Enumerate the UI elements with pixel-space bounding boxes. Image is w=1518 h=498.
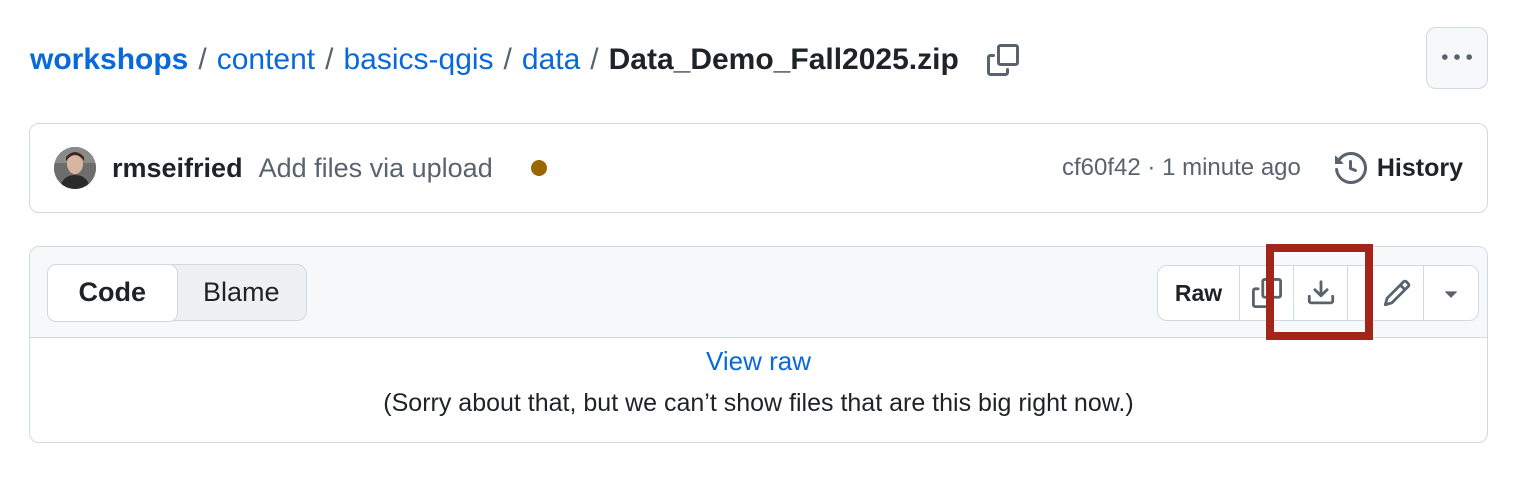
download-highlight-box [1266, 244, 1373, 340]
history-label: History [1376, 153, 1463, 182]
copy-icon [986, 44, 1019, 76]
breadcrumb-separator: / [503, 43, 512, 76]
kebab-horizontal-icon [1442, 54, 1472, 60]
raw-button[interactable]: Raw [1158, 266, 1240, 320]
commit-meta-separator: · [1147, 154, 1156, 181]
commit-status-dot[interactable] [530, 160, 547, 176]
view-mode-toggle: Code Blame [46, 263, 307, 322]
avatar-image [54, 147, 96, 189]
tab-code[interactable]: Code [46, 263, 178, 322]
breadcrumb-current-file: Data_Demo_Fall2025.zip [608, 43, 959, 76]
commit-sha[interactable]: cf60f42 [1062, 154, 1141, 181]
history-button[interactable]: History [1334, 152, 1463, 184]
copy-path-button[interactable] [985, 42, 1021, 78]
tab-blame[interactable]: Blame [177, 265, 307, 320]
breadcrumb-separator: / [198, 43, 207, 76]
avatar[interactable] [54, 147, 96, 189]
pencil-icon [1383, 279, 1411, 307]
edit-file-button[interactable] [1370, 266, 1424, 320]
commit-time: 1 minute ago [1162, 154, 1301, 181]
triangle-down-icon [1445, 291, 1457, 298]
breadcrumb-link-content[interactable]: content [217, 43, 315, 77]
breadcrumb-link-workshops[interactable]: workshops [30, 43, 188, 77]
latest-commit-box: rmseifried Add files via upload cf60f42 … [29, 123, 1488, 213]
history-icon [1334, 152, 1367, 184]
breadcrumb-link-basics-qgis[interactable]: basics-qgis [343, 43, 493, 77]
file-body: View raw (Sorry about that, but we can’t… [30, 346, 1487, 418]
view-raw-link[interactable]: View raw [30, 346, 1487, 377]
breadcrumb-link-data[interactable]: data [522, 43, 580, 77]
breadcrumb-separator: / [590, 43, 599, 76]
breadcrumb-separator: / [325, 43, 334, 76]
more-edit-options-button[interactable] [1424, 266, 1478, 320]
commit-author[interactable]: rmseifried [112, 153, 243, 184]
breadcrumb: workshops / content / basics-qgis / data… [30, 38, 1021, 82]
commit-message[interactable]: Add files via upload [259, 153, 493, 184]
commit-meta: cf60f42 · 1 minute ago [1062, 154, 1301, 182]
more-options-button[interactable] [1426, 27, 1488, 89]
file-too-big-notice: (Sorry about that, but we can’t show fil… [383, 389, 1134, 417]
